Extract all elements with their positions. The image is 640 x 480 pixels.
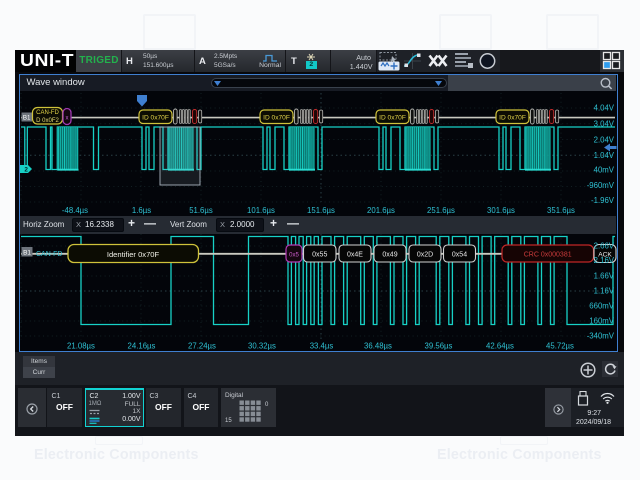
svg-text:1.16V: 1.16V <box>594 287 615 296</box>
svg-text:36.48µs: 36.48µs <box>364 342 392 351</box>
svg-text:0x5: 0x5 <box>289 253 299 259</box>
svg-text:660mV: 660mV <box>589 302 615 311</box>
svg-text:CRC 0x000381: CRC 0x000381 <box>524 252 572 259</box>
svg-text:24.16µs: 24.16µs <box>128 342 156 351</box>
svg-text:39.56µs: 39.56µs <box>425 342 453 351</box>
svg-text:160mV: 160mV <box>589 317 615 326</box>
svg-text:B1: B1 <box>23 249 31 256</box>
svg-text:Identifier 0x70F: Identifier 0x70F <box>107 250 160 259</box>
svg-text:27.24µs: 27.24µs <box>188 342 216 351</box>
svg-text:33.4µs: 33.4µs <box>310 342 334 351</box>
svg-text:0x54: 0x54 <box>452 252 467 259</box>
svg-text:21.08µs: 21.08µs <box>67 342 95 351</box>
svg-text:0x55: 0x55 <box>312 252 327 259</box>
svg-text:1.66V: 1.66V <box>594 272 615 281</box>
svg-text:0x2D: 0x2D <box>417 252 433 259</box>
svg-text:2.16V: 2.16V <box>594 256 615 265</box>
svg-text:45.72µs: 45.72µs <box>546 342 574 351</box>
svg-text:2.66V: 2.66V <box>594 242 615 251</box>
svg-text:-340mV: -340mV <box>587 332 615 341</box>
svg-text:CAN-FD: CAN-FD <box>36 251 62 258</box>
svg-text:30.32µs: 30.32µs <box>248 342 276 351</box>
svg-text:0x49: 0x49 <box>382 252 397 259</box>
svg-text:42.64µs: 42.64µs <box>486 342 514 351</box>
svg-text:0x4E: 0x4E <box>347 252 363 259</box>
